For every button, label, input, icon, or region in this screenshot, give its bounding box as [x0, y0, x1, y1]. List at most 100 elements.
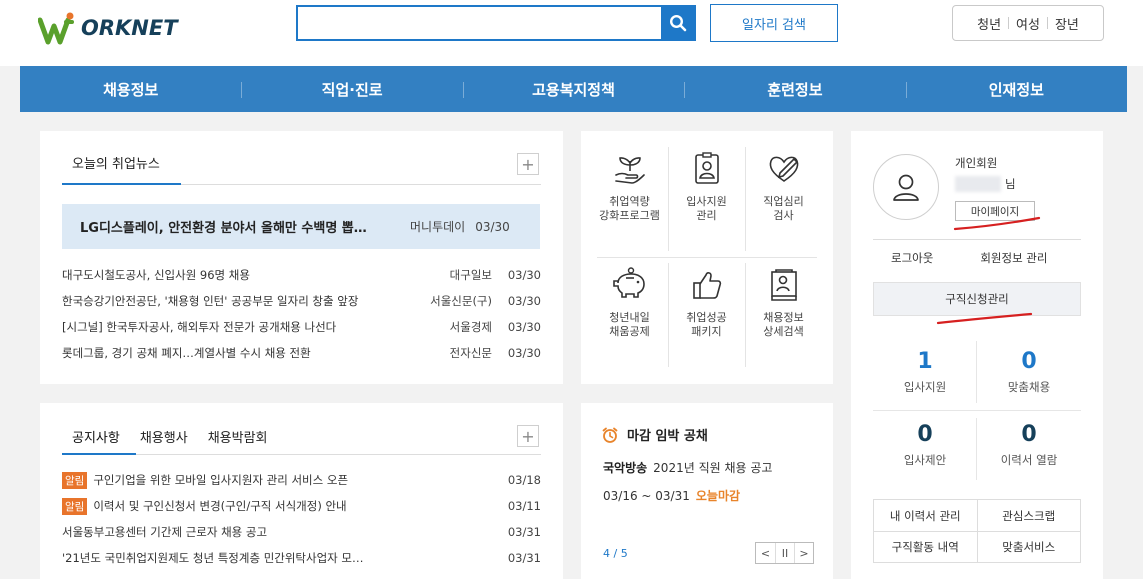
next-button[interactable]: >	[794, 543, 813, 563]
stat-resume-views[interactable]: 0 이력서 열람	[977, 422, 1081, 468]
deadline-dates: 03/16 ~ 03/31	[603, 489, 690, 503]
notice-date: 03/11	[507, 499, 541, 513]
job-activity-link[interactable]: 구직활동 내역	[874, 532, 977, 562]
prev-button[interactable]: <	[756, 543, 775, 563]
notice-item[interactable]: 알림 이력서 및 구인신청서 변경(구인/구직 서식개정) 안내 03/11	[62, 493, 541, 519]
id-badge-icon	[694, 152, 719, 184]
nav-item-career[interactable]: 직업·진로	[241, 79, 462, 100]
heart-pen-icon	[769, 156, 798, 182]
tab-job-fairs[interactable]: 채용박람회	[208, 427, 268, 446]
notice-item[interactable]: '21년도 국민취업지원제도 청년 특정계층 민간위탁사업자 모… 03/31	[62, 545, 541, 571]
deadline-company: 국악방송	[603, 461, 648, 475]
notice-title: 구인기업을 위한 모바일 입사지원자 관리 서비스 오픈	[93, 473, 349, 487]
news-more-button[interactable]: +	[517, 153, 539, 175]
divider	[873, 410, 1081, 411]
stat-value: 0	[1021, 422, 1037, 447]
tab-underline	[62, 453, 136, 455]
news-item-title: 롯데그룹, 경기 공채 폐지…계열사별 수시 채용 전환	[62, 346, 311, 360]
my-resume-link[interactable]: 내 이력서 관리	[874, 500, 977, 531]
search-icon	[669, 14, 686, 32]
news-item[interactable]: [시그널] 한국투자공사, 해외투자 전문가 공개채용 나선다 서울경제 03/…	[62, 314, 541, 340]
news-item-source: 전자신문	[449, 346, 492, 360]
deadline-panel: 마감 임박 공채 국악방송 2021년 직원 채용 공고 03/16 ~ 03/3…	[581, 403, 833, 579]
pause-button[interactable]: II	[775, 543, 794, 563]
deadline-job[interactable]: 국악방송 2021년 직원 채용 공고	[603, 459, 772, 476]
service-label: 청년내일 채움공제	[609, 311, 650, 338]
nav-item-training[interactable]: 훈련정보	[684, 79, 905, 100]
service-application-management[interactable]: 입사지원 관리	[668, 141, 745, 257]
scrap-link[interactable]: 관심스크랩	[976, 500, 1081, 531]
news-panel: 오늘의 취업뉴스 + LG디스플레이, 안전환경 분야서 올해만 수백명 뽑… …	[40, 131, 563, 384]
notice-list: 알림 구인기업을 위한 모바일 입사지원자 관리 서비스 오픈 03/18 알림…	[62, 467, 541, 571]
service-youth-savings[interactable]: 청년내일 채움공제	[591, 257, 668, 373]
link-row: 내 이력서 관리 관심스크랩	[874, 500, 1080, 531]
service-label: 취업역량 강화프로그램	[599, 195, 660, 222]
member-info-link[interactable]: 회원정보 관리	[980, 250, 1047, 266]
age-filter-group: 청년 여성 장년	[952, 5, 1104, 41]
tab-hiring-events[interactable]: 채용행사	[140, 427, 188, 446]
nav-item-job-info[interactable]: 채용정보	[20, 79, 241, 100]
age-filter-women[interactable]: 여성	[1009, 14, 1047, 33]
service-detailed-search[interactable]: 채용정보 상세검색	[745, 257, 822, 373]
notice-title: 서울동부고용센터 기간제 근로자 채용 공고	[62, 525, 268, 539]
search-input[interactable]	[298, 7, 661, 39]
member-name-suffix: 님	[1005, 177, 1016, 191]
headline-news[interactable]: LG디스플레이, 안전환경 분야서 올해만 수백명 뽑… 머니투데이 03/30	[62, 204, 540, 249]
notice-badge: 알림	[62, 497, 88, 515]
stat-matched-jobs[interactable]: 0 맞춤채용	[977, 349, 1081, 395]
notice-item[interactable]: 알림 구인기업을 위한 모바일 입사지원자 관리 서비스 오픈 03/18	[62, 467, 541, 493]
custom-service-link[interactable]: 맞춤서비스	[976, 532, 1081, 562]
notice-title: 이력서 및 구인신청서 변경(구인/구직 서식개정) 안내	[93, 499, 347, 513]
notice-date: 03/31	[507, 551, 541, 565]
job-search-button[interactable]: 일자리 검색	[710, 4, 838, 42]
news-item-source: 대구일보	[449, 268, 492, 282]
service-label: 취업성공 패키지	[686, 311, 727, 338]
nav-item-welfare-policy[interactable]: 고용복지정책	[462, 79, 684, 100]
red-annotation-mark	[936, 312, 1033, 325]
member-name-redacted	[955, 176, 1001, 192]
age-filter-youth[interactable]: 청년	[970, 14, 1008, 33]
service-aptitude-test[interactable]: 직업심리 검사	[745, 141, 822, 257]
news-item[interactable]: 롯데그룹, 경기 공채 폐지…계열사별 수시 채용 전환 전자신문 03/30	[62, 340, 541, 366]
news-item[interactable]: 대구도시철도공사, 신입사원 96명 채용 대구일보 03/30	[62, 262, 541, 288]
age-filter-senior[interactable]: 장년	[1048, 14, 1086, 33]
main-nav: 채용정보 직업·진로 고용복지정책 훈련정보 인재정보	[20, 66, 1127, 112]
search-button[interactable]	[661, 7, 694, 39]
notice-more-button[interactable]: +	[517, 425, 539, 447]
nav-item-talent[interactable]: 인재정보	[905, 79, 1127, 100]
stat-label: 입사제안	[903, 453, 947, 467]
news-item-title: 한국승강기안전공단, '채용형 인턴' 공공부문 일자리 창출 앞장	[62, 294, 359, 308]
notice-panel: 공지사항 채용행사 채용박람회 + 알림 구인기업을 위한 모바일 입사지원자 …	[40, 403, 563, 579]
user-icon	[893, 174, 919, 201]
news-item-date: 03/30	[507, 294, 541, 308]
services-grid: 취업역량 강화프로그램 입사지원 관리 직업심리 검사 청년내일 채움공제 취업…	[591, 141, 823, 374]
stat-value: 0	[1021, 349, 1037, 374]
news-tab[interactable]: 오늘의 취업뉴스	[72, 153, 160, 172]
news-item[interactable]: 한국승강기안전공단, '채용형 인턴' 공공부문 일자리 창출 앞장 서울신문(…	[62, 288, 541, 314]
deadline-today-badge: 오늘마감	[695, 489, 741, 503]
deadline-controls: < II >	[755, 542, 814, 564]
stat-applications[interactable]: 1 입사지원	[873, 349, 977, 395]
notice-item[interactable]: 서울동부고용센터 기간제 근로자 채용 공고 03/31	[62, 519, 541, 545]
stat-value: 0	[917, 422, 933, 447]
notice-tabs: 공지사항 채용행사 채용박람회	[72, 427, 268, 446]
service-success-package[interactable]: 취업성공 패키지	[668, 257, 745, 373]
tab-notices[interactable]: 공지사항	[72, 427, 120, 446]
search-box	[296, 5, 696, 41]
notice-date: 03/31	[507, 525, 541, 539]
stat-job-offers[interactable]: 0 입사제안	[873, 422, 977, 468]
stat-label: 맞춤채용	[1007, 380, 1051, 394]
services-panel: 취업역량 강화프로그램 입사지원 관리 직업심리 검사 청년내일 채움공제 취업…	[581, 131, 833, 384]
piggy-bank-icon	[612, 267, 645, 298]
link-row: 구직활동 내역 맞춤서비스	[874, 531, 1080, 562]
service-employment-program[interactable]: 취업역량 강화프로그램	[591, 141, 668, 257]
headline-source: 머니투데이	[410, 220, 466, 234]
notice-date: 03/18	[507, 473, 541, 487]
header: ORKNET 일자리 검색 청년 여성 장년	[0, 0, 1143, 66]
logout-link[interactable]: 로그아웃	[891, 250, 933, 266]
stat-label: 입사지원	[903, 380, 947, 394]
tab-underline	[62, 183, 181, 185]
deadline-period: 03/16 ~ 03/31 오늘마감	[603, 487, 740, 504]
news-item-source: 서울신문(구)	[430, 294, 492, 308]
worknet-logo[interactable]: ORKNET	[38, 10, 178, 46]
